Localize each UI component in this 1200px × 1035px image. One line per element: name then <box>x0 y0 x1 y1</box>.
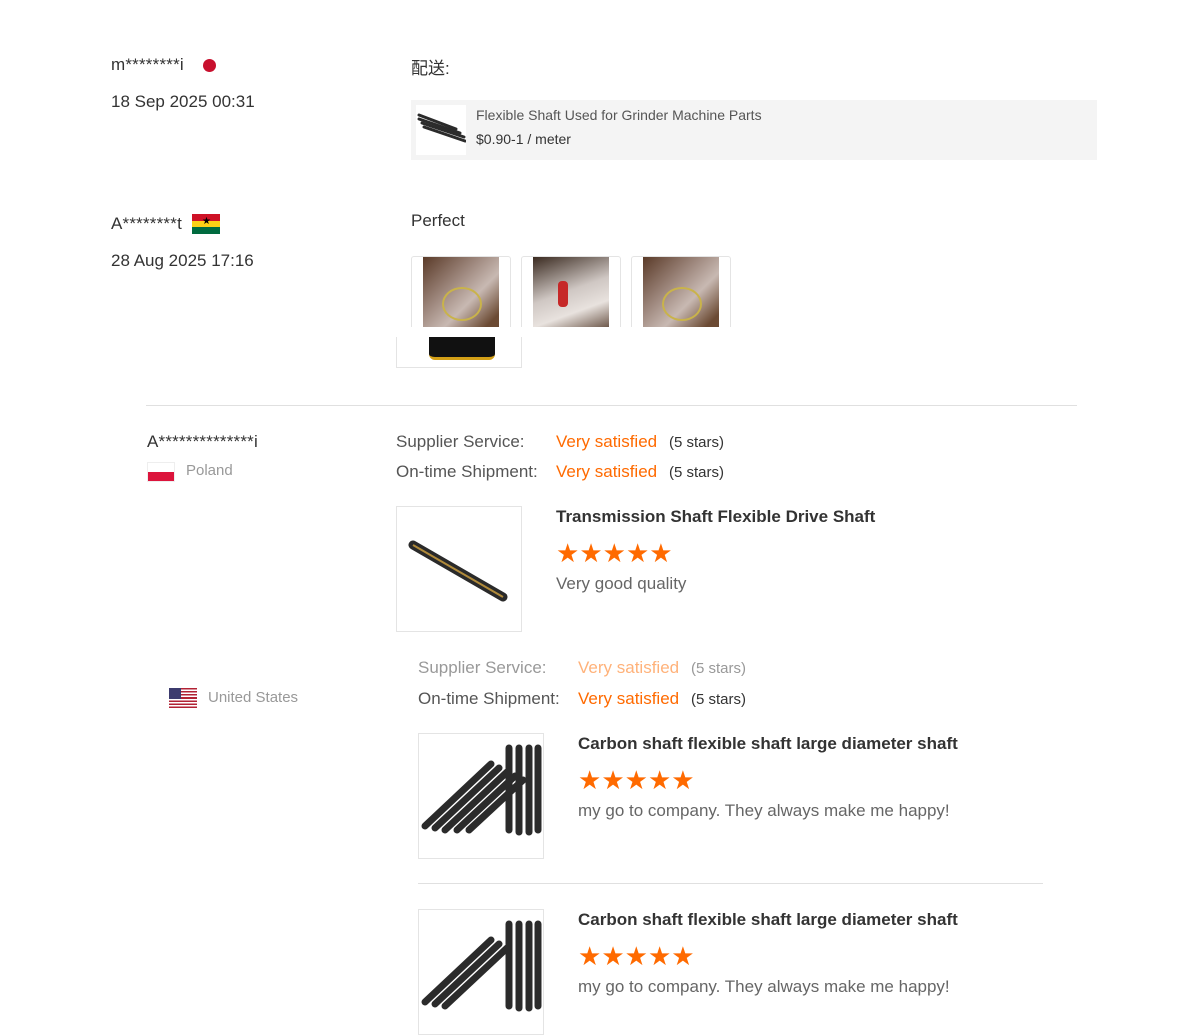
shipment-label: On-time Shipment: <box>396 462 538 481</box>
reviewer-country: Poland <box>186 462 233 479</box>
review-date: 18 Sep 2025 00:31 <box>111 92 255 111</box>
review-date: 28 Aug 2025 17:16 <box>111 251 254 270</box>
supplier-service-stars: (5 stars) <box>669 434 725 451</box>
star-icon: ★ <box>601 765 625 795</box>
product-name[interactable]: Flexible Shaft Used for Grinder Machine … <box>476 107 762 123</box>
product-title[interactable]: Carbon shaft flexible shaft large diamet… <box>578 910 958 930</box>
product-price: $0.90-1 / meter <box>476 131 571 147</box>
shipment-value: Very satisfied <box>556 462 658 481</box>
supplier-service-label: Supplier Service: <box>418 660 547 677</box>
review-text: Very good quality <box>556 574 687 593</box>
star-icon: ★ <box>671 941 695 971</box>
reviewer-name: A********t <box>111 214 182 233</box>
reviewer-name: A**************i <box>147 432 258 451</box>
star-icon: ★ <box>647 765 672 795</box>
rating-stars: ★★★★★ <box>578 943 695 970</box>
usa-flag-icon <box>169 688 197 708</box>
product-thumbnail[interactable] <box>418 909 544 1035</box>
shipment-stars: (5 stars) <box>691 691 747 708</box>
supplier-service-label: Supplier Service: <box>396 432 525 451</box>
star-icon: ★ <box>578 941 602 971</box>
star-icon: ★ <box>625 538 650 568</box>
review-comment: Perfect <box>411 211 465 230</box>
product-title[interactable]: Transmission Shaft Flexible Drive Shaft <box>556 507 875 527</box>
star-icon: ★ <box>624 765 648 795</box>
product-card[interactable]: Flexible Shaft Used for Grinder Machine … <box>411 100 1097 160</box>
divider <box>146 405 1077 406</box>
star-icon: ★ <box>671 765 695 795</box>
supplier-service-stars: (5 stars) <box>691 660 747 677</box>
review-text: my go to company. They always make me ha… <box>578 801 950 820</box>
star-icon: ★ <box>578 765 602 795</box>
star-icon: ★ <box>649 538 673 568</box>
review-photo[interactable] <box>411 256 511 327</box>
rating-stars: ★★★★★ <box>578 767 695 794</box>
supplier-service-value: Very satisfied <box>556 432 658 451</box>
product-thumbnail[interactable] <box>396 506 522 632</box>
shipment-value: Very satisfied <box>578 689 680 708</box>
rating-stars: ★★★★★ <box>556 540 673 567</box>
star-icon: ★ <box>579 538 603 568</box>
review-text: my go to company. They always make me ha… <box>578 977 950 996</box>
star-icon: ★ <box>624 941 648 971</box>
reviewer-name: m********i <box>111 55 184 74</box>
supplier-service-value: Very satisfied <box>578 660 680 677</box>
ghana-flag-icon: ★ <box>192 214 220 234</box>
product-thumbnail[interactable] <box>418 733 544 859</box>
divider <box>418 883 1043 884</box>
poland-flag-icon <box>147 462 175 482</box>
review-photos <box>411 256 741 327</box>
japan-flag-icon <box>203 59 216 72</box>
review-photo[interactable] <box>631 256 731 327</box>
shipment-stars: (5 stars) <box>669 464 725 481</box>
product-title[interactable]: Carbon shaft flexible shaft large diamet… <box>578 734 958 754</box>
star-icon: ★ <box>647 941 672 971</box>
review-photo[interactable] <box>521 256 621 327</box>
reviewer-country: United States <box>208 689 299 706</box>
star-icon: ★ <box>556 538 580 568</box>
star-icon: ★ <box>601 941 625 971</box>
partial-product-thumbnail <box>396 337 522 368</box>
review-comment: 配送: <box>411 59 450 78</box>
star-icon: ★ <box>602 538 626 568</box>
shipment-label: On-time Shipment: <box>418 689 560 708</box>
product-thumbnail <box>416 105 466 155</box>
